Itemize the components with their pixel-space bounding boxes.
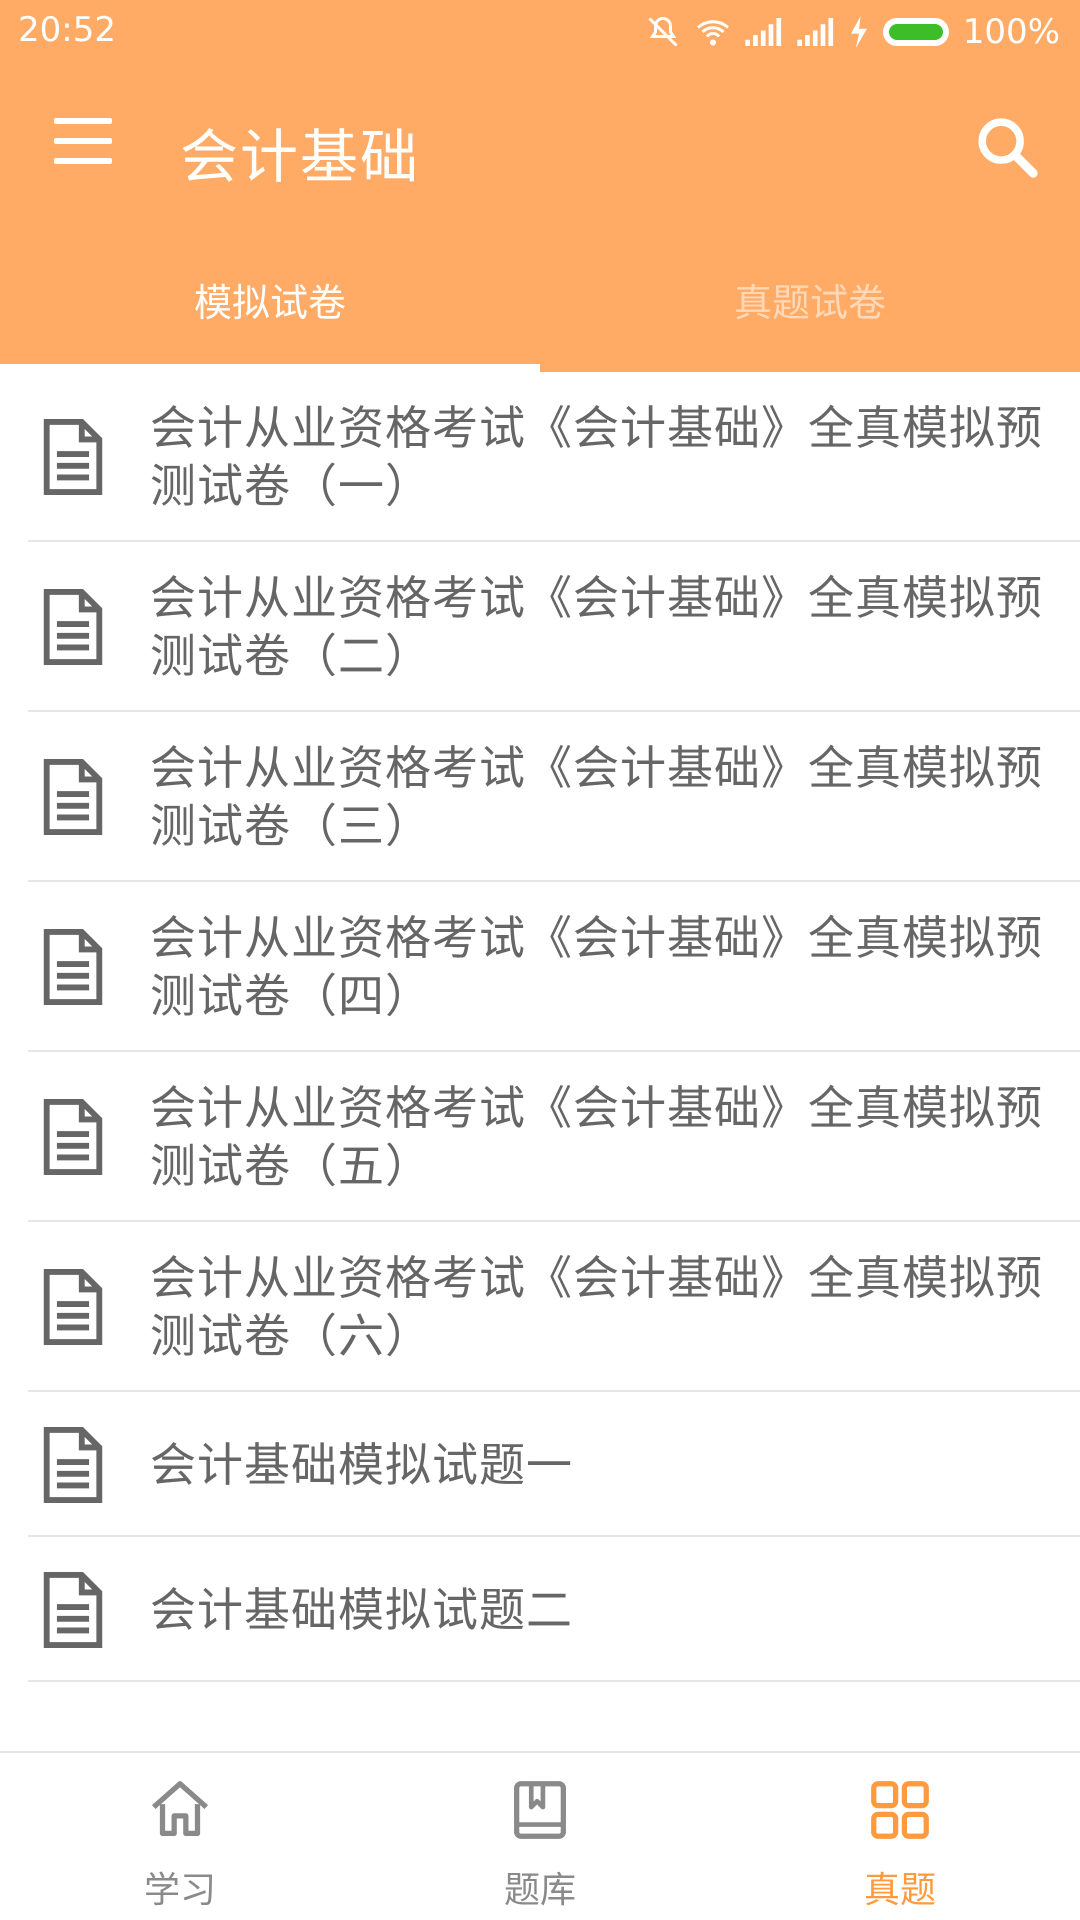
tab-label: 模拟试卷 — [193, 280, 346, 325]
tab-real-papers[interactable]: 真题试卷 — [540, 226, 1080, 372]
status-icons: 100% — [645, 12, 1060, 52]
list-item-title: 会计从业资格考试《会计基础》全真模拟预测试卷（六） — [150, 1251, 1043, 1363]
list-item[interactable]: 会计从业资格考试《会计基础》全真模拟预测试卷（一） — [0, 372, 1080, 542]
list-item[interactable]: 会计从业资格考试《会计基础》全真模拟预测试卷（六） — [0, 1222, 1080, 1392]
page-title: 会计基础 — [180, 123, 421, 191]
list-item-title: 会计从业资格考试《会计基础》全真模拟预测试卷（二） — [150, 571, 1043, 683]
document-icon — [43, 419, 103, 495]
list-item[interactable]: 会计从业资格考试《会计基础》全真模拟预测试卷（二） — [0, 542, 1080, 712]
nav-label: 学习 — [143, 1870, 216, 1911]
book-icon — [514, 1781, 566, 1839]
charging-icon — [850, 16, 867, 48]
mute-icon — [648, 16, 678, 47]
document-icon — [43, 589, 103, 665]
document-icon — [43, 1099, 103, 1175]
list-item-title: 会计基础模拟试题二 — [150, 1582, 573, 1637]
list-item-title: 会计基础模拟试题一 — [150, 1437, 573, 1492]
nav-item-question-bank[interactable]: 题库 — [360, 1753, 720, 1920]
list-item-title: 会计从业资格考试《会计基础》全真模拟预测试卷（五） — [150, 1081, 1043, 1193]
tab-mock-papers[interactable]: 模拟试卷 — [0, 226, 540, 372]
wifi-icon — [696, 20, 729, 46]
list-item[interactable]: 会计基础模拟试题一 — [0, 1392, 1080, 1537]
signal-icon — [745, 18, 781, 46]
nav-item-study[interactable]: 学习 — [0, 1753, 360, 1920]
list-item[interactable]: 会计从业资格考试《会计基础》全真模拟预测试卷（四） — [0, 882, 1080, 1052]
list-item[interactable]: 会计基础模拟试题二 — [0, 1537, 1080, 1682]
grid-icon — [871, 1781, 929, 1839]
menu-button[interactable] — [54, 118, 112, 164]
divider — [28, 1680, 1080, 1682]
nav-label: 题库 — [503, 1870, 576, 1911]
tab-bar: 模拟试卷 真题试卷 — [0, 226, 1080, 372]
home-icon — [152, 1781, 208, 1836]
status-time: 20:52 — [18, 10, 116, 50]
list-item-title: 会计从业资格考试《会计基础》全真模拟预测试卷（三） — [150, 741, 1043, 853]
paper-list: 会计从业资格考试《会计基础》全真模拟预测试卷（一） 会计从业资格考试《会计基础》… — [0, 372, 1080, 1682]
document-icon — [43, 1269, 103, 1345]
battery-icon — [882, 18, 949, 46]
list-item-title: 会计从业资格考试《会计基础》全真模拟预测试卷（一） — [150, 401, 1043, 513]
tab-label: 真题试卷 — [733, 280, 886, 325]
document-icon — [43, 929, 103, 1005]
list-item-title: 会计从业资格考试《会计基础》全真模拟预测试卷（四） — [150, 911, 1043, 1023]
document-icon — [43, 759, 103, 835]
app-bar: 会计基础 — [0, 66, 1080, 226]
battery-percent: 100% — [962, 12, 1060, 52]
tab-indicator — [0, 364, 540, 372]
nav-label: 真题 — [863, 1870, 936, 1911]
nav-item-real-exams[interactable]: 真题 — [720, 1753, 1080, 1920]
signal-icon-2 — [797, 18, 833, 46]
bottom-nav: 学习 题库 真题 — [0, 1751, 1080, 1920]
search-icon[interactable] — [972, 112, 1042, 182]
status-bar: 20:52 100% — [0, 0, 1080, 66]
list-item[interactable]: 会计从业资格考试《会计基础》全真模拟预测试卷（五） — [0, 1052, 1080, 1222]
list-item[interactable]: 会计从业资格考试《会计基础》全真模拟预测试卷（三） — [0, 712, 1080, 882]
document-icon — [43, 1426, 103, 1503]
document-icon — [43, 1571, 103, 1648]
